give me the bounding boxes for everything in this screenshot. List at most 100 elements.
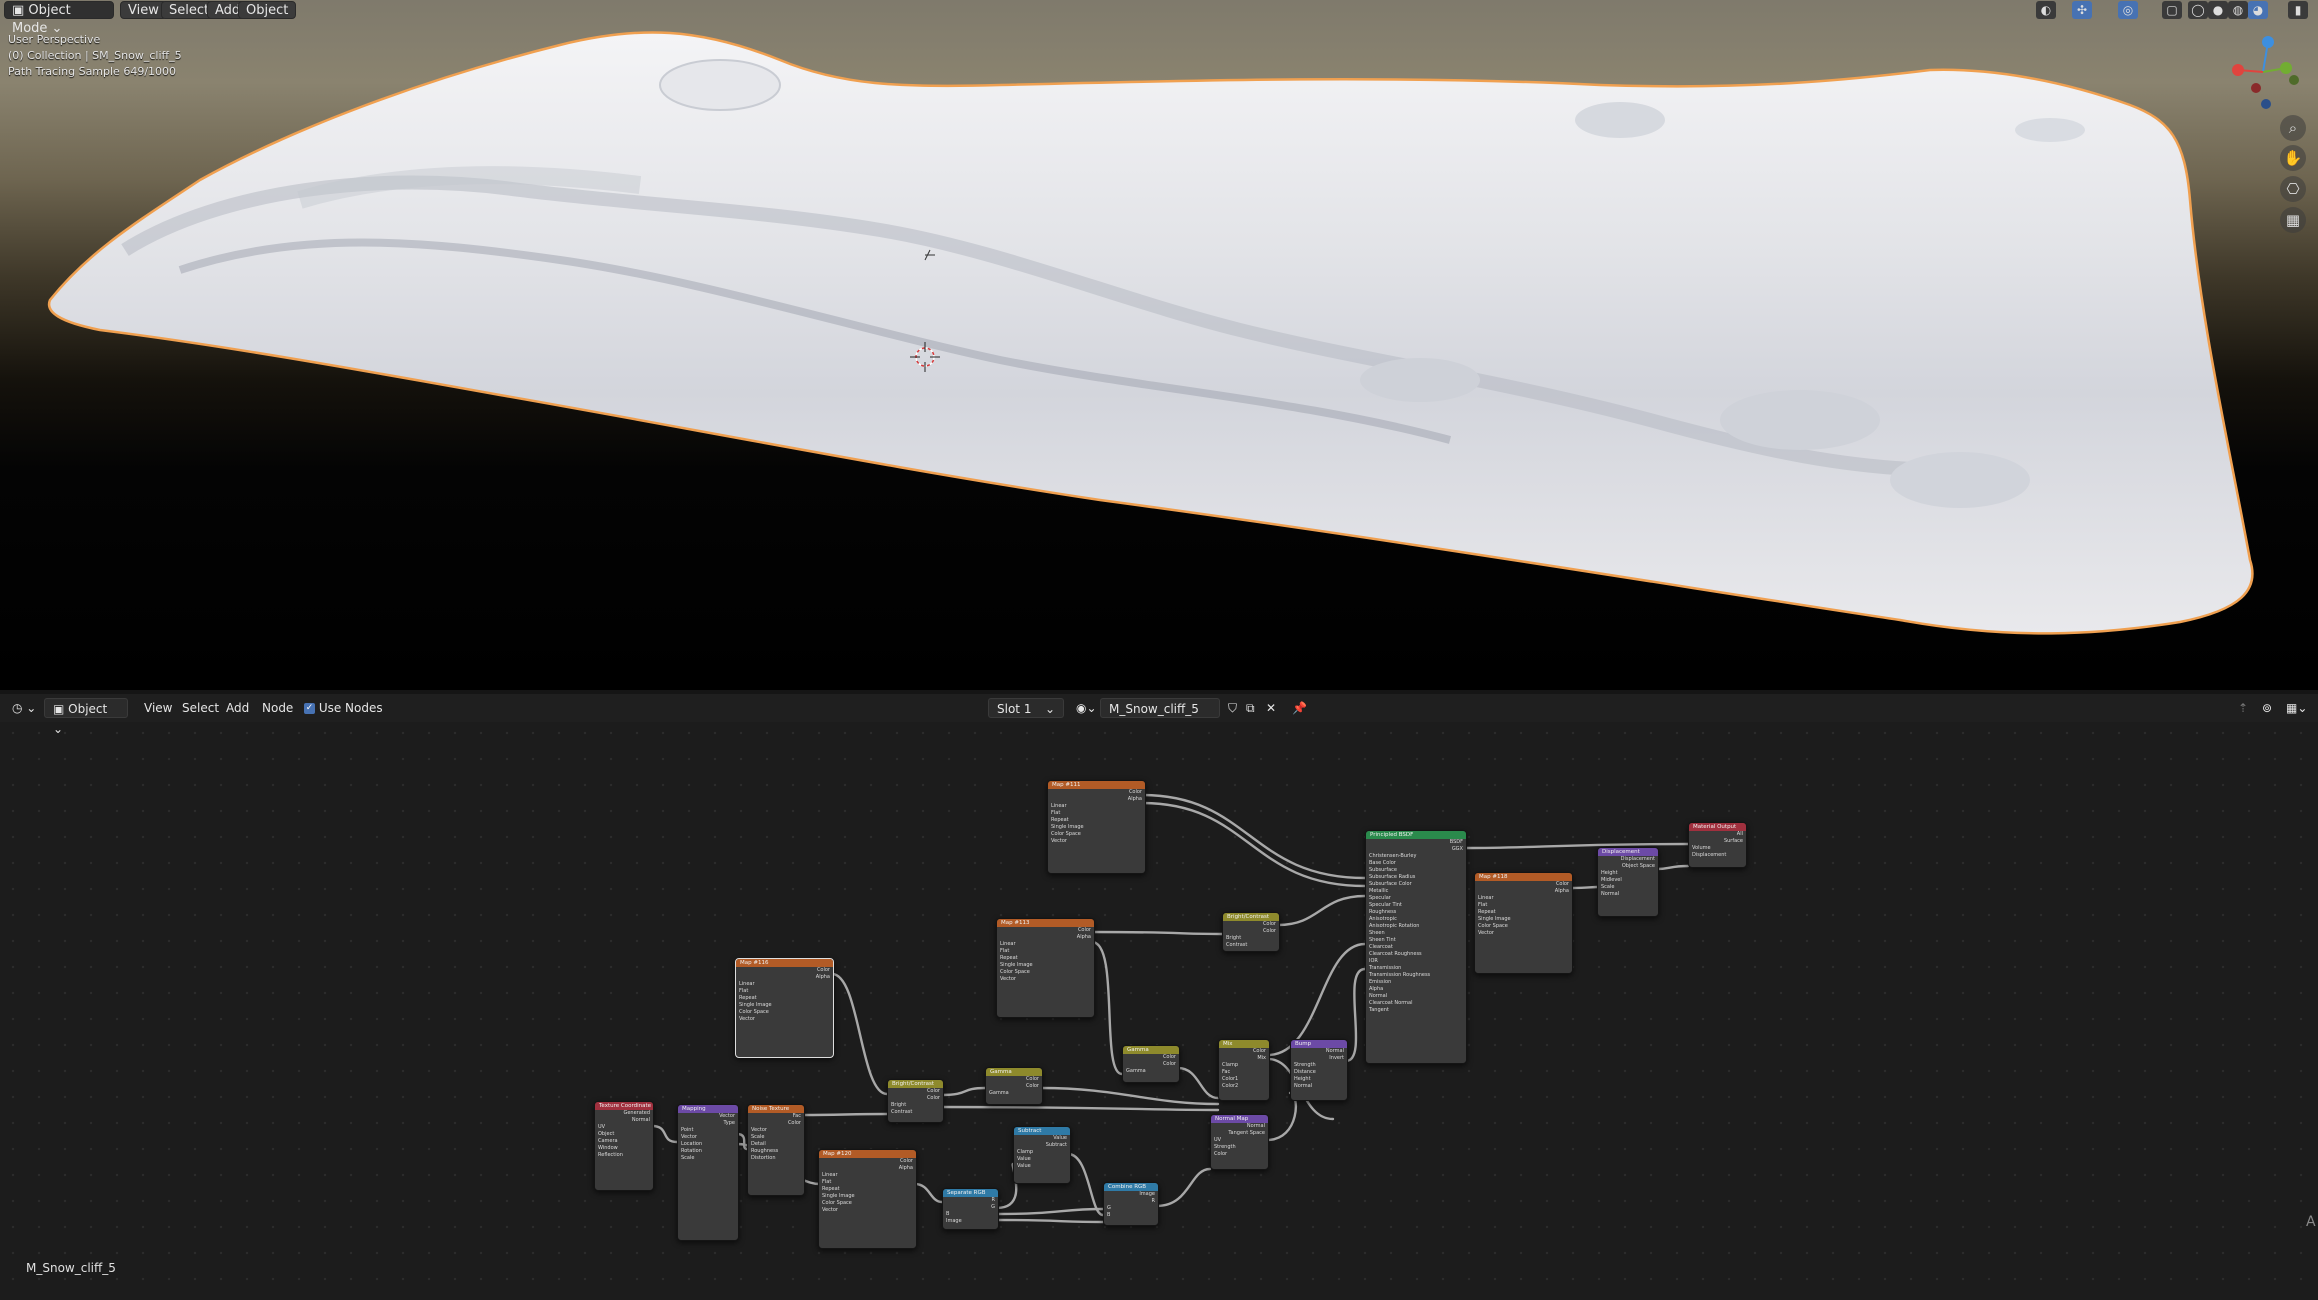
- node-socket-row[interactable]: Roughness: [1366, 909, 1466, 916]
- node-socket-row[interactable]: Vector: [748, 1127, 804, 1134]
- node-socket-row[interactable]: Alpha: [1048, 796, 1145, 803]
- node-socket-row[interactable]: Normal: [1366, 993, 1466, 1000]
- ortho-grid-icon[interactable]: ▦: [2280, 207, 2306, 233]
- node-socket-row[interactable]: Contrast: [888, 1109, 943, 1116]
- node-socket-row[interactable]: Volume: [1689, 845, 1746, 852]
- node-socket-row[interactable]: Vector: [819, 1207, 916, 1214]
- node-header[interactable]: Bright/Contrast: [888, 1080, 943, 1088]
- node-socket-row[interactable]: Linear: [1475, 895, 1572, 902]
- node-header[interactable]: Bump: [1291, 1040, 1347, 1048]
- node-socket-row[interactable]: Scale: [748, 1134, 804, 1141]
- view-object-types-icon[interactable]: ◐: [2036, 1, 2056, 19]
- node-socket-row[interactable]: UV: [1211, 1137, 1268, 1144]
- node-socket-row[interactable]: Sheen Tint: [1366, 937, 1466, 944]
- node-socket-row[interactable]: Rotation: [678, 1148, 738, 1155]
- node-socket-row[interactable]: G: [943, 1204, 998, 1211]
- node-socket-row[interactable]: Fac: [1219, 1069, 1269, 1076]
- node-socket-row[interactable]: B: [943, 1211, 998, 1218]
- node-socket-row[interactable]: Linear: [736, 981, 833, 988]
- node-socket-row[interactable]: R: [1104, 1198, 1158, 1205]
- node-socket-row[interactable]: Object: [595, 1131, 653, 1138]
- node-socket-row[interactable]: Anisotropic: [1366, 916, 1466, 923]
- node-socket-row[interactable]: BSDF: [1366, 839, 1466, 846]
- node-principled-bsdf[interactable]: Principled BSDF BSDF GGX Christensen-Burley…: [1365, 830, 1467, 1064]
- node-socket-row[interactable]: Bright: [1223, 935, 1279, 942]
- node-header[interactable]: Combine RGB: [1104, 1183, 1158, 1191]
- node-socket-row[interactable]: UV: [595, 1124, 653, 1131]
- node-socket-row[interactable]: Mix: [1219, 1055, 1269, 1062]
- node-bright-contrast-1[interactable]: Bright/Contrast Color Color Bright Contrast: [887, 1079, 944, 1123]
- node-socket-row[interactable]: Color: [1219, 1048, 1269, 1055]
- menu-view[interactable]: View: [120, 1, 167, 19]
- node-socket-row[interactable]: Transmission Roughness: [1366, 972, 1466, 979]
- node-socket-row[interactable]: Vector: [997, 976, 1094, 983]
- node-socket-row[interactable]: Color: [1223, 921, 1279, 928]
- xray-toggle-icon[interactable]: ▢: [2162, 1, 2182, 19]
- hand-pan-icon[interactable]: ✋: [2280, 145, 2306, 171]
- camera-icon[interactable]: ⎔: [2280, 176, 2306, 202]
- node-socket-row[interactable]: Flat: [1048, 810, 1145, 817]
- node-socket-row[interactable]: Value: [1014, 1163, 1070, 1170]
- node-socket-row[interactable]: Color1: [1219, 1076, 1269, 1083]
- node-socket-row[interactable]: Color: [1211, 1151, 1268, 1158]
- node-socket-row[interactable]: Single Image: [997, 962, 1094, 969]
- node-header[interactable]: Map #116: [736, 959, 833, 967]
- node-socket-row[interactable]: Vector: [736, 1016, 833, 1023]
- node-header[interactable]: Subtract: [1014, 1127, 1070, 1135]
- node-socket-row[interactable]: Linear: [997, 941, 1094, 948]
- zoom-icon[interactable]: ⌕: [2280, 115, 2306, 141]
- node-socket-row[interactable]: Specular Tint: [1366, 902, 1466, 909]
- node-socket-row[interactable]: Vector: [678, 1134, 738, 1141]
- node-socket-row[interactable]: Repeat: [736, 995, 833, 1002]
- node-header[interactable]: Map #118: [1475, 873, 1572, 881]
- node-socket-row[interactable]: Value: [1014, 1156, 1070, 1163]
- node-socket-row[interactable]: Flat: [819, 1179, 916, 1186]
- node-socket-row[interactable]: Repeat: [819, 1186, 916, 1193]
- overlays-toggle-icon[interactable]: ◎: [2118, 1, 2138, 19]
- node-displacement[interactable]: Displacement Displacement Object Space Heig…: [1597, 847, 1659, 917]
- node-socket-row[interactable]: Single Image: [819, 1193, 916, 1200]
- node-bright-contrast-2[interactable]: Bright/Contrast Color Color Bright Contrast: [1222, 912, 1280, 952]
- node-image-texture-map-118[interactable]: Map #118 Color Alpha Linear Flat Repeat Single…: [1474, 872, 1573, 974]
- 3d-viewport[interactable]: ▣ Object Mode ⌄ View Select Add Object ◐…: [0, 0, 2318, 690]
- node-socket-row[interactable]: Linear: [819, 1172, 916, 1179]
- node-socket-row[interactable]: Scale: [1598, 884, 1658, 891]
- node-image-texture-map-120[interactable]: Map #120 Color Alpha Linear Flat Repeat Single…: [818, 1149, 917, 1249]
- shader-node-editor[interactable]: ◷ ⌄ ▣ Object ⌄ View Select Add Node ✓ Us…: [0, 694, 2318, 1300]
- node-socket-row[interactable]: Normal: [1211, 1123, 1268, 1130]
- node-header[interactable]: Mix: [1219, 1040, 1269, 1048]
- node-socket-row[interactable]: Tangent: [1366, 1007, 1466, 1014]
- node-socket-row[interactable]: Color: [986, 1083, 1042, 1090]
- node-socket-row[interactable]: Midlevel: [1598, 877, 1658, 884]
- node-socket-row[interactable]: Specular: [1366, 895, 1466, 902]
- snow-cliff-render[interactable]: [0, 0, 2318, 690]
- node-header[interactable]: Mapping: [678, 1105, 738, 1113]
- node-socket-row[interactable]: Color Space: [819, 1200, 916, 1207]
- node-socket-row[interactable]: Repeat: [997, 955, 1094, 962]
- node-socket-row[interactable]: Color: [748, 1120, 804, 1127]
- node-socket-row[interactable]: Color Space: [736, 1009, 833, 1016]
- node-socket-row[interactable]: Single Image: [1475, 916, 1572, 923]
- node-socket-row[interactable]: Distortion: [748, 1155, 804, 1162]
- node-header[interactable]: Bright/Contrast: [1223, 913, 1279, 921]
- node-socket-row[interactable]: Surface: [1689, 838, 1746, 845]
- node-header[interactable]: Map #113: [997, 919, 1094, 927]
- node-bump[interactable]: Bump Normal Invert Strength Distance Height No…: [1290, 1039, 1348, 1101]
- node-socket-row[interactable]: Color Space: [1048, 831, 1145, 838]
- node-image-texture-map-113[interactable]: Map #113 Color Alpha Linear Flat Repeat Single…: [996, 918, 1095, 1018]
- node-noise-texture[interactable]: Noise Texture Fac Color Vector Scale Detail Ro…: [747, 1104, 805, 1196]
- node-socket-row[interactable]: Clearcoat Normal: [1366, 1000, 1466, 1007]
- node-socket-row[interactable]: Normal: [1291, 1048, 1347, 1055]
- node-socket-row[interactable]: Subsurface Color: [1366, 881, 1466, 888]
- node-socket-row[interactable]: GGX: [1366, 846, 1466, 853]
- node-socket-row[interactable]: Bright: [888, 1102, 943, 1109]
- node-socket-row[interactable]: Flat: [997, 948, 1094, 955]
- node-socket-row[interactable]: Vector: [1475, 930, 1572, 937]
- node-socket-row[interactable]: IOR: [1366, 958, 1466, 965]
- node-socket-row[interactable]: Vector: [678, 1113, 738, 1120]
- node-socket-row[interactable]: Single Image: [736, 1002, 833, 1009]
- node-socket-row[interactable]: Height: [1598, 870, 1658, 877]
- node-socket-row[interactable]: Color: [997, 927, 1094, 934]
- node-socket-row[interactable]: Camera: [595, 1138, 653, 1145]
- node-socket-row[interactable]: Type: [678, 1120, 738, 1127]
